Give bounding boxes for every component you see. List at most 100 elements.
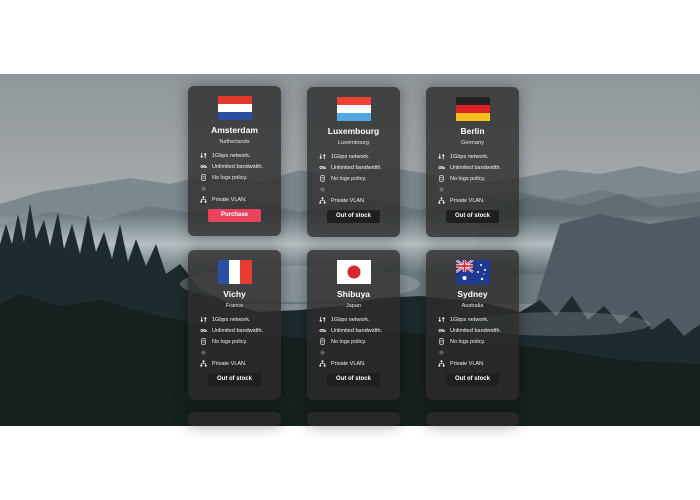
server-city: Shibuya bbox=[336, 289, 371, 299]
infinity-icon bbox=[438, 164, 445, 171]
feature-item: No logs policy. bbox=[200, 172, 281, 183]
feature-item: Unlimited bandwidth. bbox=[438, 325, 519, 336]
server-city: Amsterdam bbox=[211, 125, 258, 135]
server-card-partial bbox=[188, 412, 281, 426]
network-icon bbox=[200, 316, 207, 323]
out-of-stock-button[interactable]: Out of stock bbox=[327, 210, 380, 223]
server-card-vichy: Vichy France 1Gbps network. Unlimited ba… bbox=[188, 250, 281, 400]
server-card-partial bbox=[426, 412, 519, 426]
server-city: Vichy bbox=[223, 289, 246, 299]
luxembourg-flag-icon bbox=[336, 97, 371, 121]
feature-item: No logs policy. bbox=[438, 336, 519, 347]
feature-item: Unlimited bandwidth. bbox=[200, 325, 281, 336]
feature-item: Private VLAN. bbox=[438, 195, 519, 206]
feature-list: 1Gbps network. Unlimited bandwidth. No l… bbox=[319, 151, 400, 206]
server-country: France bbox=[225, 303, 244, 309]
infinity-icon bbox=[319, 164, 326, 171]
feature-item: No logs policy. bbox=[319, 336, 400, 347]
server-city: Sydney bbox=[457, 289, 488, 299]
feature-item bbox=[319, 184, 400, 195]
flag-icon bbox=[337, 422, 371, 426]
infinity-icon bbox=[200, 327, 207, 334]
server-card-amsterdam: Amsterdam Netherlands 1Gbps network. Unl… bbox=[188, 86, 281, 236]
server-card-partial bbox=[307, 412, 400, 426]
feature-item: Private VLAN. bbox=[200, 358, 281, 369]
faded-icon bbox=[319, 349, 326, 356]
no-logs-icon bbox=[438, 338, 445, 345]
no-logs-icon bbox=[319, 175, 326, 182]
france-flag-icon bbox=[217, 260, 252, 284]
network-icon bbox=[438, 153, 445, 160]
feature-item: Private VLAN. bbox=[319, 358, 400, 369]
feature-item: Unlimited bandwidth. bbox=[438, 162, 519, 173]
flag-icon bbox=[456, 422, 490, 426]
feature-item: Unlimited bandwidth. bbox=[200, 161, 281, 172]
server-country: Australia bbox=[461, 303, 484, 309]
faded-icon bbox=[200, 185, 207, 192]
feature-item: 1Gbps network. bbox=[438, 314, 519, 325]
feature-item: 1Gbps network. bbox=[200, 314, 281, 325]
no-logs-icon bbox=[319, 338, 326, 345]
australia-flag-icon bbox=[455, 260, 490, 284]
out-of-stock-button[interactable]: Out of stock bbox=[446, 373, 499, 386]
feature-item: 1Gbps network. bbox=[438, 151, 519, 162]
feature-item bbox=[438, 347, 519, 358]
no-logs-icon bbox=[200, 174, 207, 181]
feature-item bbox=[200, 347, 281, 358]
vlan-icon bbox=[200, 196, 207, 203]
server-country: Luxembourg bbox=[337, 140, 370, 146]
faded-icon bbox=[438, 186, 445, 193]
server-city: Luxembourg bbox=[327, 126, 380, 136]
vlan-icon bbox=[319, 360, 326, 367]
japan-flag-icon bbox=[336, 260, 371, 284]
faded-icon bbox=[200, 349, 207, 356]
feature-item: No logs policy. bbox=[438, 173, 519, 184]
server-card-berlin: Berlin Germany 1Gbps network. Unlimited … bbox=[426, 87, 519, 237]
feature-item: 1Gbps network. bbox=[319, 151, 400, 162]
network-icon bbox=[438, 316, 445, 323]
feature-list: 1Gbps network. Unlimited bandwidth. No l… bbox=[438, 151, 519, 206]
vlan-icon bbox=[438, 197, 445, 204]
feature-item: No logs policy. bbox=[319, 173, 400, 184]
feature-item: Private VLAN. bbox=[200, 194, 281, 205]
no-logs-icon bbox=[438, 175, 445, 182]
feature-item bbox=[200, 183, 281, 194]
vlan-icon bbox=[200, 360, 207, 367]
netherlands-flag-icon bbox=[217, 96, 252, 120]
usa-flag-icon bbox=[218, 422, 252, 426]
feature-item: Private VLAN. bbox=[319, 195, 400, 206]
server-country: Japan bbox=[345, 303, 362, 309]
network-icon bbox=[319, 316, 326, 323]
network-icon bbox=[200, 152, 207, 159]
purchase-button[interactable]: Purchase bbox=[208, 209, 261, 222]
feature-list: 1Gbps network. Unlimited bandwidth. No l… bbox=[200, 150, 281, 205]
feature-list: 1Gbps network. Unlimited bandwidth. No l… bbox=[438, 314, 519, 369]
out-of-stock-button[interactable]: Out of stock bbox=[446, 210, 499, 223]
feature-item bbox=[319, 347, 400, 358]
feature-list: 1Gbps network. Unlimited bandwidth. No l… bbox=[319, 314, 400, 369]
out-of-stock-button[interactable]: Out of stock bbox=[327, 373, 380, 386]
feature-item: Unlimited bandwidth. bbox=[319, 325, 400, 336]
out-of-stock-button[interactable]: Out of stock bbox=[208, 373, 261, 386]
server-card-shibuya: Shibuya Japan 1Gbps network. Unlimited b… bbox=[307, 250, 400, 400]
server-country: Netherlands bbox=[219, 139, 250, 145]
server-card-luxembourg: Luxembourg Luxembourg 1Gbps network. Unl… bbox=[307, 87, 400, 237]
infinity-icon bbox=[200, 163, 207, 170]
germany-flag-icon bbox=[455, 97, 490, 121]
faded-icon bbox=[319, 186, 326, 193]
server-grid: Amsterdam Netherlands 1Gbps network. Unl… bbox=[0, 0, 700, 426]
infinity-icon bbox=[319, 327, 326, 334]
feature-item bbox=[438, 184, 519, 195]
feature-item: 1Gbps network. bbox=[200, 150, 281, 161]
feature-item: Unlimited bandwidth. bbox=[319, 162, 400, 173]
server-city: Berlin bbox=[460, 126, 485, 136]
server-card-sydney: Sydney Australia 1Gbps network. Unlimite… bbox=[426, 250, 519, 400]
feature-list: 1Gbps network. Unlimited bandwidth. No l… bbox=[200, 314, 281, 369]
vlan-icon bbox=[319, 197, 326, 204]
vlan-icon bbox=[438, 360, 445, 367]
feature-item: 1Gbps network. bbox=[319, 314, 400, 325]
faded-icon bbox=[438, 349, 445, 356]
server-country: Germany bbox=[460, 140, 484, 146]
no-logs-icon bbox=[200, 338, 207, 345]
feature-item: No logs policy. bbox=[200, 336, 281, 347]
